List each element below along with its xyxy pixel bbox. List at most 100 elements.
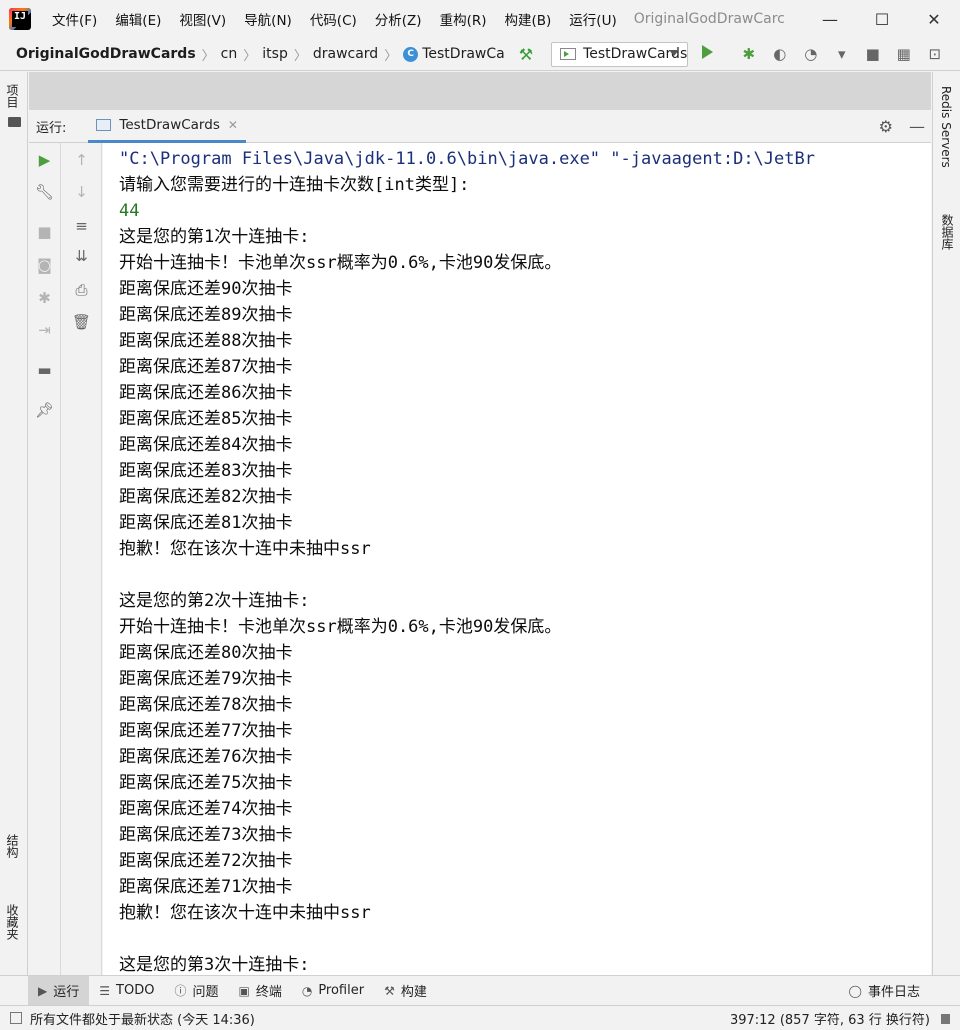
menu-code[interactable]: 代码(C) xyxy=(301,9,366,29)
camera-icon[interactable]: ◙ xyxy=(29,256,60,274)
bug-icon[interactable]: ✱ xyxy=(29,289,60,307)
coverage-icon[interactable]: ◐ xyxy=(764,45,795,63)
console-line: 距离保底还差86次抽卡 xyxy=(119,383,293,403)
lock-icon[interactable] xyxy=(941,1014,950,1024)
rerun-icon[interactable]: ▶ xyxy=(29,151,60,169)
menu-analyze[interactable]: 分析(Z) xyxy=(366,9,431,29)
arrow-down-icon[interactable]: ↓ xyxy=(62,183,101,201)
layout-icon[interactable]: ▬ xyxy=(29,361,60,379)
maximize-icon[interactable]: ☐ xyxy=(856,0,908,38)
console-line: 抱歉！您在该次十连中未抽中ssr xyxy=(119,903,371,923)
debug-icon[interactable]: ✱ xyxy=(733,45,764,63)
console-toolbar: ↑ ↓ ≡ ⇊ ⎙ 🗑︎ xyxy=(62,143,102,975)
stop-icon[interactable]: ■ xyxy=(29,223,60,241)
toggle-tool-windows-icon[interactable] xyxy=(10,1012,22,1024)
breadcrumb-project[interactable]: OriginalGodDrawCards xyxy=(16,46,196,62)
console-line: 距离保底还差89次抽卡 xyxy=(119,305,293,325)
tool-window-todo[interactable]: ☰ TODO xyxy=(89,976,164,1006)
run-config-icon xyxy=(560,48,577,60)
run-anything-icon[interactable]: ⊡ xyxy=(919,45,950,63)
tool-window-profiler[interactable]: ◔ Profiler xyxy=(292,976,374,1006)
pin-icon[interactable]: 📌︎ xyxy=(29,401,60,419)
run-toolbar: ✱ ◐ ◔ ▾ ■ ▦ ⊡ ⌕ xyxy=(702,45,960,63)
database-tool-button[interactable]: 数据库 xyxy=(939,214,956,250)
breadcrumb: OriginalGodDrawCards 〉 cn 〉 itsp 〉 drawcard… xyxy=(16,45,505,64)
console-line: 开始十连抽卡！卡池单次ssr概率为0.6%,卡池90发保底。 xyxy=(119,617,562,637)
tool-window-build[interactable]: ⚒ 构建 xyxy=(374,976,437,1006)
gear-icon[interactable]: ⚙ xyxy=(879,117,893,136)
profile-icon[interactable]: ◔ xyxy=(795,45,826,63)
console-line: 请输入您需要进行的十连抽卡次数[int类型]: xyxy=(119,175,470,195)
tool-window-problems[interactable]: ⓘ 问题 xyxy=(164,976,228,1006)
console-line: 距离保底还差82次抽卡 xyxy=(119,487,293,507)
run-panel-header: 运行: TestDrawCards ✕ ⚙ — xyxy=(29,110,931,143)
close-tab-icon[interactable]: ✕ xyxy=(228,118,238,132)
more-run-options-icon[interactable]: ▾ xyxy=(826,45,857,63)
tool-window-profiler-label: Profiler xyxy=(318,983,365,998)
tool-window-bar: ▶ 运行 ☰ TODO ⓘ 问题 ▣ 终端 ◔ Profiler ⚒ 构建 ◯ 事件日志 xyxy=(0,975,960,1006)
tool-window-run[interactable]: ▶ 运行 xyxy=(28,975,90,1006)
minimize-icon[interactable]: — xyxy=(804,0,856,38)
hammer-icon: ⚒ xyxy=(384,983,395,998)
console-line: 距离保底还差79次抽卡 xyxy=(119,669,293,689)
favorites-tool-button[interactable]: 收藏夹 xyxy=(4,904,21,940)
tab-testdrawcards[interactable]: TestDrawCards ✕ xyxy=(88,110,246,143)
search-icon[interactable]: ⌕ xyxy=(950,45,960,63)
panel-actions: ⚙ — xyxy=(879,117,925,136)
tool-window-problems-label: 问题 xyxy=(192,985,219,1000)
tool-window-run-label: 运行 xyxy=(53,985,80,1000)
intellij-logo-icon: IJ xyxy=(9,8,31,30)
print-icon[interactable]: ⎙ xyxy=(62,281,101,299)
exit-icon[interactable]: ⇥ xyxy=(29,321,60,339)
console-line: 开始十连抽卡！卡池单次ssr概率为0.6%,卡池90发保底。 xyxy=(119,253,562,273)
editor-area xyxy=(29,72,931,110)
trash-icon[interactable]: 🗑︎ xyxy=(62,313,101,331)
project-structure-icon[interactable]: ▦ xyxy=(888,45,919,63)
arrow-up-icon[interactable]: ↑ xyxy=(62,151,101,169)
folder-icon xyxy=(8,117,21,127)
project-tool-button[interactable]: 项目 xyxy=(4,84,21,108)
hide-panel-icon[interactable]: — xyxy=(909,117,925,136)
menu-navigate[interactable]: 导航(N) xyxy=(235,9,301,29)
menu-refactor[interactable]: 重构(R) xyxy=(431,9,496,29)
build-hammer-icon[interactable]: ⚒ xyxy=(519,45,533,64)
list-icon: ☰ xyxy=(99,983,111,998)
console-line: 距离保底还差81次抽卡 xyxy=(119,513,293,533)
run-icon[interactable] xyxy=(702,45,733,63)
menu-edit[interactable]: 编辑(E) xyxy=(106,9,170,29)
right-tool-stripe: Redis Servers 数据库 xyxy=(932,72,960,975)
left-tool-stripe: 项目 结构 收藏夹 xyxy=(0,72,28,975)
breadcrumb-drawcard[interactable]: drawcard xyxy=(313,46,378,62)
menu-file[interactable]: 文件(F) xyxy=(43,9,106,29)
console-line: 这是您的第2次十连抽卡: xyxy=(119,591,310,611)
stop-icon[interactable]: ■ xyxy=(857,45,888,63)
console-line: 距离保底还差88次抽卡 xyxy=(119,331,293,351)
wrench-icon[interactable]: 🔧︎ xyxy=(29,183,60,201)
menu-view[interactable]: 视图(V) xyxy=(170,9,235,29)
caret-position[interactable]: 397:12 (857 字符, 63 行 换行符) xyxy=(730,1009,930,1028)
console-line: 距离保底还差71次抽卡 xyxy=(119,877,293,897)
menu-build[interactable]: 构建(B) xyxy=(496,9,561,29)
event-log-icon: ◯ xyxy=(848,983,862,998)
tool-window-terminal-label: 终端 xyxy=(255,985,282,1000)
soft-wrap-icon[interactable]: ≡ xyxy=(62,217,101,235)
info-icon: ⓘ xyxy=(174,984,187,998)
menu-run[interactable]: 运行(U) xyxy=(560,9,625,29)
profiler-icon: ◔ xyxy=(301,983,313,998)
tool-window-terminal[interactable]: ▣ 终端 xyxy=(228,976,291,1006)
tool-window-todo-label: TODO xyxy=(116,983,155,998)
status-message: 所有文件都处于最新状态 (今天 14:36) xyxy=(30,1012,255,1028)
breadcrumb-file[interactable]: TestDrawCa xyxy=(422,46,505,62)
console-output[interactable]: "C:\Program Files\Java\jdk-11.0.6\bin\ja… xyxy=(103,143,931,975)
redis-servers-tool-button[interactable]: Redis Servers xyxy=(939,86,953,168)
breadcrumb-itsp[interactable]: itsp xyxy=(262,46,288,62)
structure-tool-button[interactable]: 结构 xyxy=(4,834,21,858)
window-title: OriginalGodDrawCarc xyxy=(633,11,784,27)
breadcrumb-cn[interactable]: cn xyxy=(221,46,238,62)
close-icon[interactable]: ✕ xyxy=(908,0,960,38)
scroll-to-end-icon[interactable]: ⇊ xyxy=(62,247,101,265)
run-configuration-select[interactable]: TestDrawCards xyxy=(551,41,689,67)
tool-window-event-log[interactable]: ◯ 事件日志 xyxy=(839,976,930,1006)
main-menu: 文件(F) 编辑(E) 视图(V) 导航(N) 代码(C) 分析(Z) 重构(R… xyxy=(43,9,626,29)
